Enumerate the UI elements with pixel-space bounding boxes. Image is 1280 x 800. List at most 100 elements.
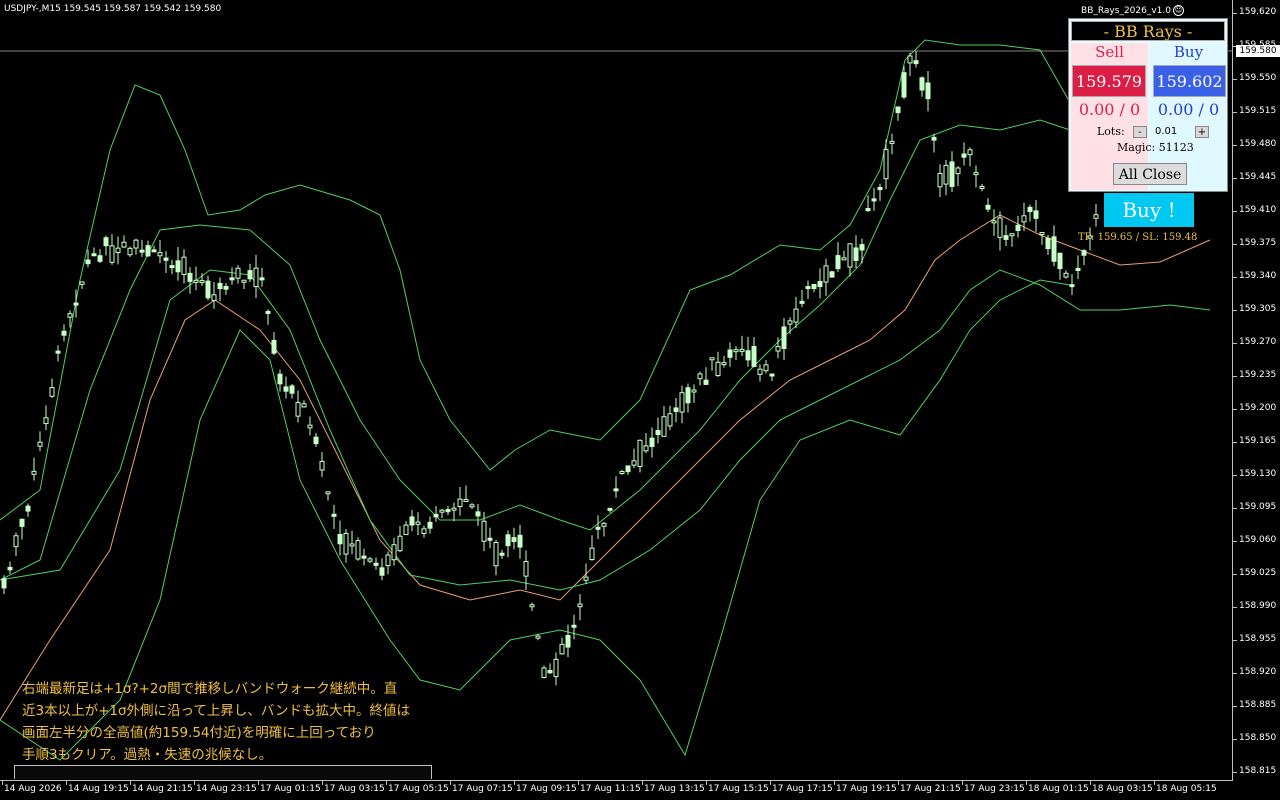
candle-body xyxy=(817,280,823,288)
candle-body xyxy=(127,247,133,256)
candle-body xyxy=(13,535,19,548)
candle-body xyxy=(889,140,895,144)
candle-body xyxy=(781,326,787,349)
candle-body xyxy=(547,669,553,674)
candle-body xyxy=(595,526,601,530)
candle-body xyxy=(481,520,487,542)
buy-button[interactable]: 159.602 xyxy=(1153,65,1226,97)
price-tick-mark xyxy=(1233,277,1237,278)
price-tick-mark xyxy=(1233,145,1237,146)
candle-body xyxy=(991,220,997,224)
candle-body xyxy=(961,153,967,158)
price-tick-label: 159.165 xyxy=(1239,436,1277,446)
symbol-info: USDJPY-,M15 159.545 159.587 159.542 159.… xyxy=(4,4,222,14)
price-tick-mark xyxy=(1233,13,1237,14)
price-tick-label: 158.885 xyxy=(1239,700,1277,710)
buy-signal-button[interactable]: Buy ! xyxy=(1104,193,1194,227)
candle-body xyxy=(727,349,733,358)
price-tick-mark xyxy=(1233,574,1237,575)
price-tick-label: 159.200 xyxy=(1239,403,1277,413)
candle-body xyxy=(43,417,49,425)
price-tick-mark xyxy=(1233,640,1237,641)
lots-value[interactable]: 0.01 xyxy=(1155,126,1177,137)
price-tick-mark xyxy=(1233,376,1237,377)
sell-button[interactable]: 159.579 xyxy=(1072,65,1146,97)
price-tick-label: 159.410 xyxy=(1239,205,1277,215)
candle-body xyxy=(859,244,865,251)
tp-sl-label: TP: 159.65 / SL: 159.48 xyxy=(1078,232,1198,243)
candle-body xyxy=(667,413,673,427)
candle-body xyxy=(757,368,763,375)
time-tick-mark xyxy=(962,781,963,785)
candle-body xyxy=(691,389,697,393)
candle-body xyxy=(25,505,31,512)
candle-body xyxy=(523,560,529,577)
candle-body xyxy=(97,255,103,262)
candle-body xyxy=(73,302,79,306)
candle-body xyxy=(655,429,661,436)
candle-body xyxy=(427,521,433,529)
candle-body xyxy=(709,357,715,361)
price-tick-mark xyxy=(1233,442,1237,443)
time-tick-label: 17 Aug 09:15 xyxy=(516,784,577,794)
time-axis[interactable]: 14 Aug 2026 14 Aug 19:15 14 Aug 21:15 14 Au… xyxy=(0,781,1233,800)
candle-body xyxy=(1051,236,1057,262)
all-close-button[interactable]: All Close xyxy=(1113,163,1187,185)
band-upper-2 xyxy=(0,39,1081,521)
price-axis[interactable]: 159.620159.585159.550159.515159.480159.4… xyxy=(1233,0,1280,800)
candle-body xyxy=(115,247,121,254)
time-tick-mark xyxy=(1154,781,1155,785)
candle-body xyxy=(151,249,157,253)
candle-body xyxy=(1069,284,1075,288)
price-tick-mark xyxy=(1233,739,1237,740)
candle-body xyxy=(943,164,949,185)
candle-body xyxy=(247,270,253,280)
time-tick-mark xyxy=(898,781,899,785)
candle-body xyxy=(169,265,175,269)
candle-body xyxy=(451,507,457,511)
candle-body xyxy=(973,172,979,176)
time-tick-label: 18 Aug 05:15 xyxy=(1156,784,1217,794)
lots-increase-button[interactable]: + xyxy=(1195,126,1209,138)
candle-body xyxy=(601,522,607,527)
lots-decrease-button[interactable]: - xyxy=(1133,126,1147,138)
candle-body xyxy=(925,82,931,100)
candle-body xyxy=(733,349,739,353)
magic-value: 51123 xyxy=(1158,141,1194,154)
candle-body xyxy=(295,402,301,417)
candle-body xyxy=(553,658,559,678)
candle-body xyxy=(475,511,481,517)
candle-body xyxy=(793,308,799,323)
candle-body xyxy=(289,385,295,394)
time-tick-label: 17 Aug 19:15 xyxy=(836,784,897,794)
candle-body xyxy=(883,149,889,180)
price-chart[interactable] xyxy=(0,0,1233,781)
price-tick-mark xyxy=(1233,178,1237,179)
candle-body xyxy=(439,509,445,513)
candle-body xyxy=(739,348,745,352)
time-tick-mark xyxy=(322,781,323,785)
time-tick-label: 14 Aug 19:15 xyxy=(68,784,129,794)
candle-body xyxy=(313,436,319,445)
chart-scrollbar[interactable] xyxy=(14,765,432,779)
price-tick-label: 158.920 xyxy=(1239,667,1277,677)
candle-body xyxy=(217,282,223,290)
candle-body xyxy=(445,509,451,513)
candle-body xyxy=(235,267,241,279)
sell-label: Sell xyxy=(1095,43,1124,61)
time-tick-label: 17 Aug 01:15 xyxy=(260,784,321,794)
candle-body xyxy=(307,424,313,429)
candle-body xyxy=(829,271,835,278)
candle-body xyxy=(955,167,961,175)
candle-body xyxy=(241,279,247,283)
candle-body xyxy=(31,470,37,475)
commentary-line: 近3本以上が+1σ外側に沿って上昇し、バンドも拡大中。終値は xyxy=(22,703,411,719)
smiley-icon[interactable]: ☺ xyxy=(1173,5,1184,16)
candle-body xyxy=(811,283,817,290)
price-tick-label: 159.235 xyxy=(1239,370,1277,380)
candle-body xyxy=(1033,210,1039,219)
time-tick-label: 17 Aug 03:15 xyxy=(324,784,385,794)
price-tick-label: 159.515 xyxy=(1239,106,1277,116)
time-tick-label: 14 Aug 2026 xyxy=(4,784,62,794)
chart-area[interactable]: USDJPY-,M15 159.545 159.587 159.542 159.… xyxy=(0,0,1233,781)
